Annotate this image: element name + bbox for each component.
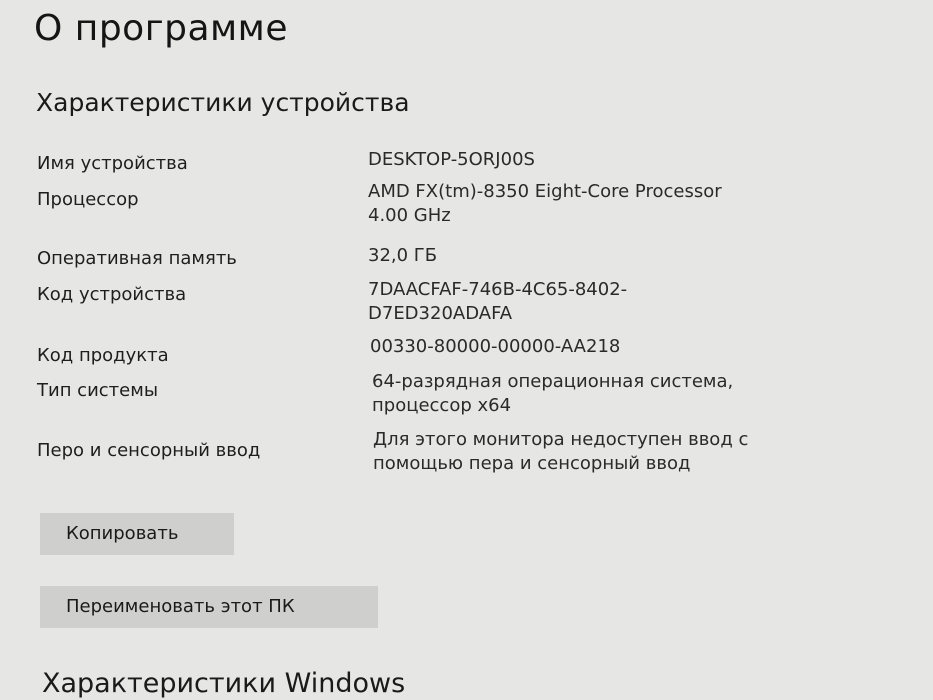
spec-value-device-id[interactable]: 7DAACFAF-746B-4C65-8402- D7ED320ADAFA [368,278,627,326]
spec-value-processor[interactable]: AMD FX(tm)-8350 Eight-Core Processor 4.0… [368,180,722,228]
spec-label-processor: Процессор [37,189,139,210]
spec-label-device-id: Код устройства [37,284,187,305]
spec-value-line: 32,0 ГБ [368,245,438,266]
page-title: О программе [34,8,288,49]
spec-label-ram: Оперативная память [37,248,237,269]
device-specs-heading: Характеристики устройства [36,88,410,117]
copy-button[interactable]: Копировать [40,513,234,555]
rename-pc-button[interactable]: Переименовать этот ПК [40,586,378,628]
spec-value-line: 4.00 GHz [368,205,451,226]
spec-value-line: DESKTOP-5ORJ00S [368,149,535,170]
spec-value-system-type[interactable]: 64-разрядная операционная система, проце… [372,370,733,418]
spec-value-line: Для этого монитора недоступен ввод с [373,429,749,450]
spec-value-line: помощью пера и сенсорный ввод [373,453,691,474]
spec-label-pen-touch: Перо и сенсорный ввод [37,440,261,461]
spec-value-line: процессор x64 [372,395,512,416]
spec-label-product-id: Код продукта [37,345,169,366]
spec-value-line: 7DAACFAF-746B-4C65-8402- [368,279,628,300]
spec-value-device-name[interactable]: DESKTOP-5ORJ00S [368,148,535,172]
spec-value-line: 64-разрядная операционная система, [372,371,734,392]
spec-value-line: 00330-80000-00000-AA218 [370,336,621,357]
spec-label-system-type: Тип системы [37,380,159,401]
about-page: О программе Характеристики устройства Им… [0,0,933,700]
spec-value-pen-touch[interactable]: Для этого монитора недоступен ввод с пом… [373,428,748,476]
spec-value-line: D7ED320ADAFA [368,303,513,324]
spec-label-device-name: Имя устройства [37,153,188,174]
spec-value-product-id[interactable]: 00330-80000-00000-AA218 [370,335,620,359]
spec-value-line: AMD FX(tm)-8350 Eight-Core Processor [368,181,722,202]
spec-value-ram[interactable]: 32,0 ГБ [368,244,437,268]
windows-specs-heading: Характеристики Windows [42,668,406,699]
